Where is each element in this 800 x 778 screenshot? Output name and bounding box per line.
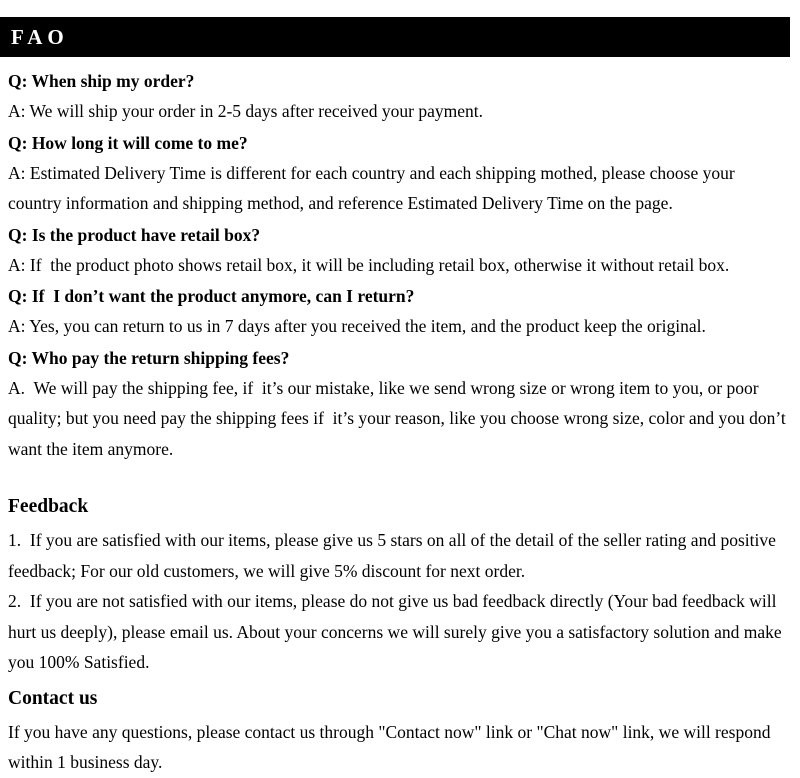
faq-item: Q: Is the product have retail box? A: If… (8, 220, 790, 281)
faq-header-bar: FAO (0, 17, 790, 57)
feedback-item-2: 2. If you are not satisfied with our ite… (8, 591, 787, 672)
faq-question: Q: If I don’t want the product anymore, … (8, 286, 415, 306)
faq-item: Q: When ship my order? A: We will ship y… (8, 66, 790, 127)
faq-answer: A: Yes, you can return to us in 7 days a… (8, 316, 706, 336)
faq-answer: A: If the product photo shows retail box… (8, 254, 730, 275)
faq-answer: A. We will pay the shipping fee, if it’s… (8, 377, 791, 459)
faq-content: Q: When ship my order? A: We will ship y… (8, 66, 790, 778)
faq-item: Q: How long it will come to me? A: Estim… (8, 128, 790, 219)
contact-section: Contact us If you have any questions, pl… (8, 686, 790, 778)
contact-text: If you have any questions, please contac… (8, 721, 775, 773)
faq-question: Q: When ship my order? (8, 71, 195, 91)
contact-heading: Contact us (8, 687, 98, 709)
feedback-heading: Feedback (8, 496, 89, 517)
feedback-item-1: 1. If you are satisfied with our items, … (8, 530, 781, 581)
faq-answer: A: We will ship your order in 2-5 days a… (8, 101, 484, 121)
faq-question: Q: Who pay the return shipping fees? (8, 347, 290, 368)
faq-item: Q: Who pay the return shipping fees? A. … (8, 343, 790, 465)
faq-question: Q: Is the product have retail box? (8, 224, 261, 245)
faq-question: Q: How long it will come to me? (8, 132, 248, 153)
feedback-section: Feedback 1. If you are satisfied with ou… (8, 494, 790, 678)
faq-page: FAO Q: When ship my order? A: We will sh… (0, 0, 800, 772)
faq-item: Q: If I don’t want the product anymore, … (8, 281, 790, 342)
page-title: FAO (11, 24, 69, 49)
faq-answer: A: Estimated Delivery Time is different … (8, 162, 740, 214)
